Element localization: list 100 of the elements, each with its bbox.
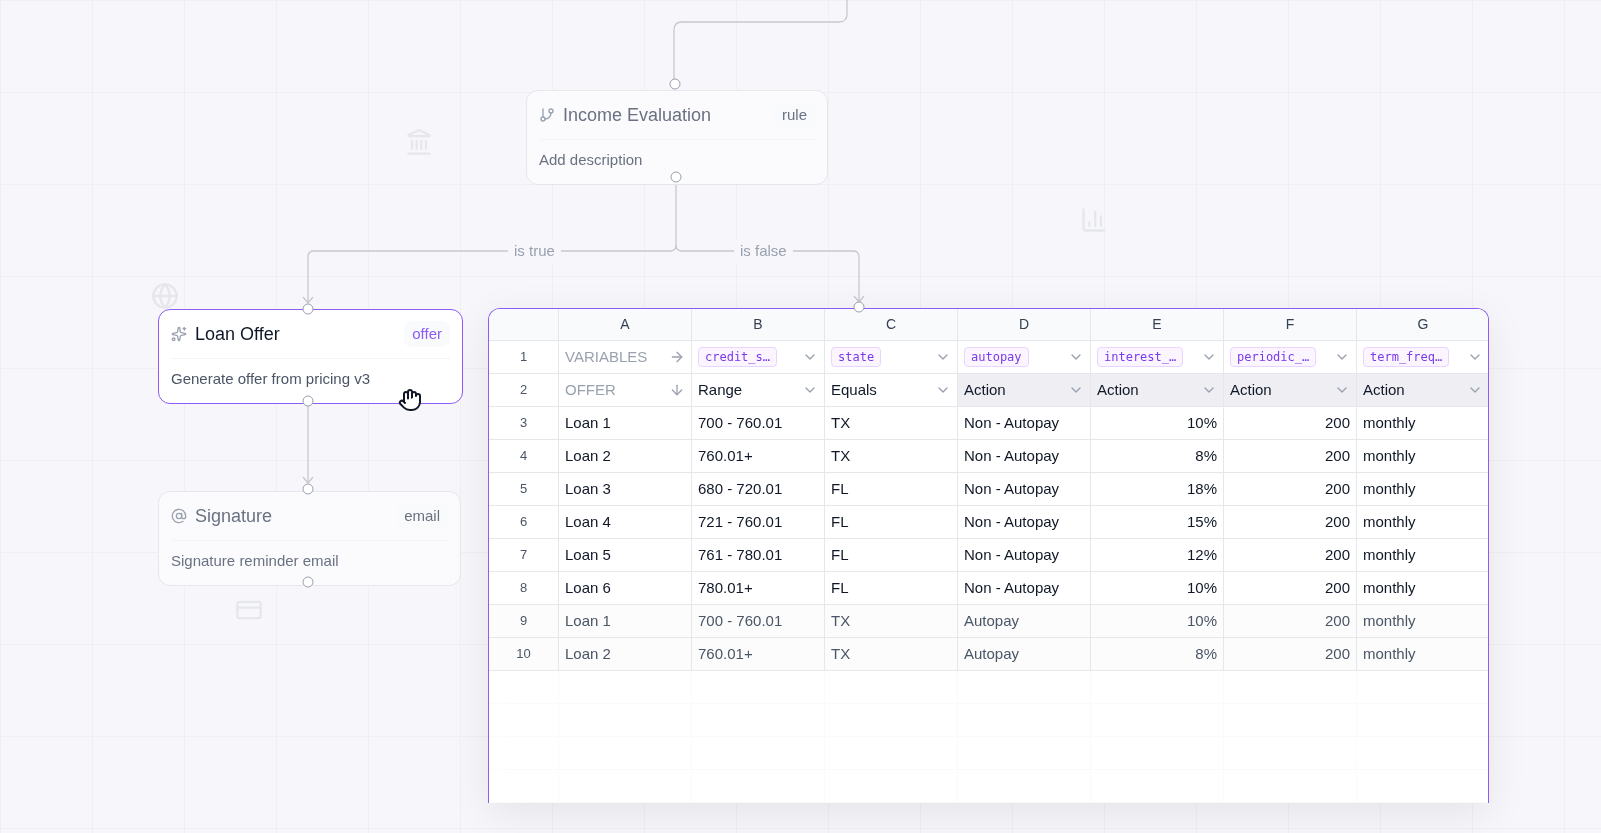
table-cell-text: monthly [1363, 445, 1416, 466]
operator-label: Action [1230, 379, 1272, 400]
variable-select[interactable]: state [825, 341, 958, 373]
table-cell-text: monthly [1363, 478, 1416, 499]
variable-chip[interactable]: interest_… [1097, 347, 1184, 367]
table-cell-text: Non - Autopay [964, 511, 1060, 532]
table-cell-text: Autopay [964, 610, 1020, 631]
table-cell-text: Loan 1 [565, 610, 611, 631]
edge-label: is false [734, 240, 793, 263]
table-cell-text: 200 [1324, 511, 1350, 532]
table-cell-text: 12% [1186, 544, 1217, 565]
variable-chip[interactable]: state [831, 347, 882, 367]
table-cell-text: monthly [1363, 577, 1416, 598]
connection-handle[interactable] [302, 303, 314, 315]
table-cell-text: 10% [1186, 577, 1217, 598]
column-header[interactable]: F [1224, 309, 1357, 340]
arrow-down-icon [669, 382, 685, 398]
table-cell-text: 760.01+ [698, 643, 753, 664]
connection-handle[interactable] [670, 171, 682, 183]
operator-label: Equals [831, 379, 877, 400]
row-label: VARIABLES [565, 346, 648, 367]
flow-node[interactable]: Signature email Signature reminder email [158, 491, 461, 586]
edge-label: is true [508, 240, 561, 263]
table-cell-text: 680 - 720.01 [698, 478, 783, 499]
table-cell-text: Non - Autopay [964, 478, 1060, 499]
table-cell-text: TX [831, 610, 851, 631]
column-header[interactable]: G [1357, 309, 1488, 340]
variable-select[interactable]: periodic_… [1224, 341, 1357, 373]
variable-chip[interactable]: periodic_… [1230, 347, 1317, 367]
table-cell-text: Loan 2 [565, 445, 611, 466]
table-cell-text: 10% [1186, 412, 1217, 433]
table-cell-text: 18% [1186, 478, 1217, 499]
row-number: 3 [519, 414, 528, 433]
variable-select[interactable]: credit_s… [692, 341, 825, 373]
operator-select[interactable]: Action [1091, 374, 1224, 406]
table-cell-text: TX [831, 643, 851, 664]
table-cell-text: 15% [1186, 511, 1217, 532]
row-number: 1 [519, 348, 528, 367]
connection-handle[interactable] [669, 78, 681, 90]
connection-handle[interactable] [302, 395, 314, 407]
table-cell-text: Loan 5 [565, 544, 611, 565]
row-number: 2 [519, 381, 528, 400]
column-header[interactable]: E [1091, 309, 1224, 340]
table-cell-text: 10% [1186, 610, 1217, 631]
table-cell-text: FL [831, 511, 849, 532]
connection-handle[interactable] [853, 301, 865, 313]
flow-node[interactable]: Income Evaluation rule Add description [526, 90, 828, 185]
row-number: 4 [519, 447, 528, 466]
table-cell-text: TX [831, 445, 851, 466]
variable-select[interactable]: autopay [958, 341, 1091, 373]
variable-chip[interactable]: autopay [964, 347, 1029, 367]
table-cell-text: Loan 6 [565, 577, 611, 598]
operator-select[interactable]: Action [1224, 374, 1357, 406]
description-field[interactable]: Add description [539, 149, 815, 172]
row-number: 7 [519, 546, 528, 565]
table-cell-text: Non - Autopay [964, 412, 1060, 433]
row-number: 5 [519, 480, 528, 499]
column-header[interactable]: D [958, 309, 1091, 340]
node-tag: offer [404, 320, 450, 348]
row-number: 9 [519, 612, 528, 631]
variable-chip[interactable]: term_freq… [1363, 347, 1450, 367]
column-header[interactable]: A [559, 309, 692, 340]
table-cell-text: 200 [1324, 445, 1350, 466]
operator-select[interactable]: Action [1357, 374, 1488, 406]
variable-chip[interactable]: credit_s… [698, 347, 778, 367]
variable-select[interactable]: interest_… [1091, 341, 1224, 373]
branch-icon [539, 107, 555, 123]
node-title: Loan Offer [195, 322, 280, 346]
flow-node[interactable]: Loan Offer offer Generate offer from pricing v3 [158, 309, 463, 404]
operator-label: Action [964, 379, 1006, 400]
table-cell-text: monthly [1363, 610, 1416, 631]
table-cell-text: monthly [1363, 544, 1416, 565]
row-number: 6 [519, 513, 528, 532]
table-cell-text: monthly [1363, 511, 1416, 532]
table-cell-text: Loan 4 [565, 511, 611, 532]
variable-select[interactable]: term_freq… [1357, 341, 1488, 373]
table-cell-text: 721 - 760.01 [698, 511, 783, 532]
at-sign-icon [171, 508, 187, 524]
table-cell-text: 200 [1324, 478, 1350, 499]
table-cell-text: Non - Autopay [964, 445, 1060, 466]
globe-icon [151, 282, 179, 310]
column-header[interactable]: B [692, 309, 825, 340]
table-cell-text: FL [831, 544, 849, 565]
table-cell-text: 760.01+ [698, 445, 753, 466]
row-number: 8 [519, 579, 528, 598]
node-title: Income Evaluation [563, 103, 712, 127]
table-cell-text: Loan 2 [565, 643, 611, 664]
table-cell-text: 200 [1324, 610, 1350, 631]
table-cell-text: 200 [1324, 544, 1350, 565]
connection-handle[interactable] [302, 576, 314, 588]
table-cell-text: monthly [1363, 412, 1416, 433]
table-cell-text: 200 [1324, 577, 1350, 598]
node-title: Signature [195, 504, 273, 528]
table-cell-text: 200 [1324, 643, 1350, 664]
node-description: Signature reminder email [171, 552, 339, 569]
connection-handle[interactable] [302, 483, 314, 495]
table-cell-text: FL [831, 478, 849, 499]
table-cell-text: monthly [1363, 643, 1416, 664]
table-cell-text: 8% [1195, 445, 1217, 466]
operator-select[interactable]: Action [958, 374, 1091, 406]
